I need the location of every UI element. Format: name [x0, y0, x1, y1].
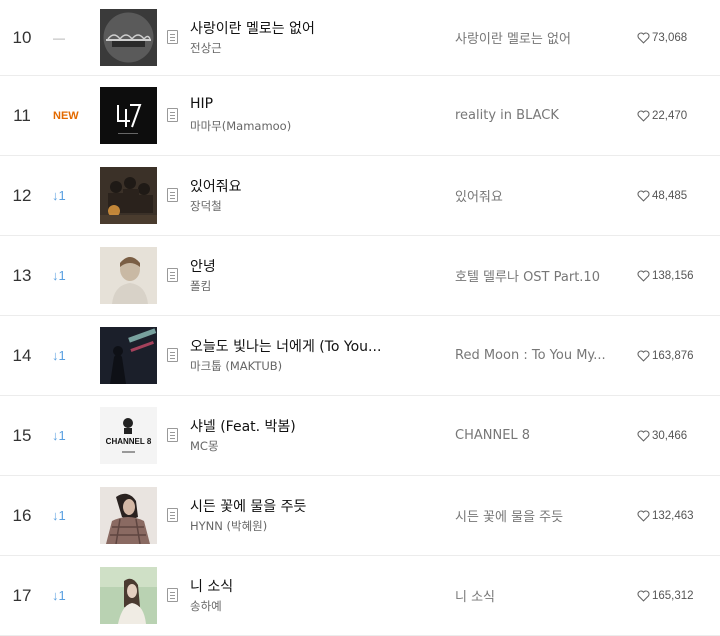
- artist-name[interactable]: 마크툽 (MAKTUB): [190, 358, 282, 374]
- album-art[interactable]: [100, 166, 157, 224]
- rank-number: 12: [12, 185, 32, 205]
- song-title[interactable]: 오늘도 빛나는 너에게 (To You...: [190, 336, 435, 356]
- heart-icon: [637, 269, 650, 282]
- album-name[interactable]: 있어줘요: [455, 156, 615, 235]
- rank-change-down: ↓1: [52, 588, 66, 603]
- rank-change-down: ↓1: [52, 188, 66, 203]
- lyrics-icon[interactable]: [167, 107, 178, 122]
- song-title[interactable]: 사랑이란 멜로는 없어: [190, 18, 435, 38]
- like-button[interactable]: 165,312: [637, 556, 694, 635]
- like-button[interactable]: 22,470: [637, 76, 687, 155]
- heart-icon: [637, 109, 650, 122]
- artist-name[interactable]: 송하예: [190, 598, 222, 614]
- rank-change-down: ↓1: [52, 348, 66, 363]
- like-count: 73,068: [652, 31, 688, 44]
- chart-row[interactable]: 11 NEW HIP 마마무(Mamamoo) reality in BLACK…: [0, 76, 720, 156]
- rank-change-down: ↓1: [52, 268, 66, 283]
- like-count: 30,466: [652, 429, 688, 442]
- song-title[interactable]: 니 소식: [190, 576, 435, 596]
- rank-change-down: ↓1: [52, 508, 66, 523]
- like-button[interactable]: 132,463: [637, 476, 694, 555]
- album-name[interactable]: CHANNEL 8: [455, 396, 615, 475]
- album-name[interactable]: 니 소식: [455, 556, 615, 635]
- album-art-caption: CHANNEL 8: [106, 437, 152, 446]
- album-art[interactable]: CHANNEL 8: [100, 406, 157, 464]
- lyrics-icon[interactable]: [167, 347, 178, 362]
- rank-number: 16: [12, 505, 32, 525]
- like-button[interactable]: 30,466: [637, 396, 687, 475]
- heart-icon: [637, 509, 650, 522]
- heart-icon: [637, 429, 650, 442]
- artist-name[interactable]: MC몽: [190, 438, 219, 454]
- album-art[interactable]: [100, 566, 157, 624]
- chart-list: 10 — 사랑이란 멜로는 없어 전상근 사랑이란 멜로는 없어 73,068 …: [0, 0, 720, 636]
- like-count: 138,156: [652, 269, 694, 282]
- like-button[interactable]: 138,156: [637, 236, 694, 315]
- artist-name[interactable]: 폴킴: [190, 278, 211, 294]
- lyrics-icon[interactable]: [167, 587, 178, 602]
- album-art[interactable]: [100, 326, 157, 384]
- chart-row[interactable]: 12 ↓1 있어줘요 장덕철 있어줘요 48,485: [0, 156, 720, 236]
- album-art[interactable]: [100, 246, 157, 304]
- lyrics-icon[interactable]: [167, 267, 178, 282]
- like-count: 165,312: [652, 589, 694, 602]
- chart-row[interactable]: 13 ↓1 안녕 폴킴 호텔 델루나 OST Part.10 138,156: [0, 236, 720, 316]
- artist-name[interactable]: 전상근: [190, 40, 222, 56]
- artist-name[interactable]: 장덕철: [190, 198, 222, 214]
- song-title[interactable]: 시든 꽃에 물을 주듯: [190, 496, 435, 516]
- lyrics-icon[interactable]: [167, 187, 178, 202]
- album-name[interactable]: 사랑이란 멜로는 없어: [455, 0, 615, 75]
- album-art[interactable]: [100, 86, 157, 144]
- heart-icon: [637, 349, 650, 362]
- rank-number: 15: [12, 425, 32, 445]
- rank-number: 13: [12, 265, 32, 285]
- song-title[interactable]: 있어줘요: [190, 176, 435, 196]
- chart-row[interactable]: 10 — 사랑이란 멜로는 없어 전상근 사랑이란 멜로는 없어 73,068: [0, 0, 720, 76]
- chart-row[interactable]: 14 ↓1 오늘도 빛나는 너에게 (To You... 마크툽 (MAKTUB…: [0, 316, 720, 396]
- album-art[interactable]: [100, 486, 157, 544]
- album-name[interactable]: 시든 꽃에 물을 주듯: [455, 476, 615, 555]
- like-count: 48,485: [652, 189, 688, 202]
- chart-row[interactable]: 15 ↓1 CHANNEL 8 샤넬 (Feat. 박봄) MC몽 CHANNE…: [0, 396, 720, 476]
- album-name[interactable]: reality in BLACK: [455, 76, 615, 155]
- like-button[interactable]: 73,068: [637, 0, 687, 75]
- rank-change-down: ↓1: [52, 428, 66, 443]
- song-title[interactable]: 샤넬 (Feat. 박봄): [190, 416, 435, 436]
- heart-icon: [637, 589, 650, 602]
- rank-number: 10: [12, 27, 32, 47]
- artist-name[interactable]: HYNN (박혜원): [190, 518, 267, 534]
- lyrics-icon[interactable]: [167, 29, 178, 44]
- like-count: 132,463: [652, 509, 694, 522]
- like-button[interactable]: 48,485: [637, 156, 687, 235]
- like-count: 163,876: [652, 349, 694, 362]
- song-title[interactable]: 안녕: [190, 256, 435, 276]
- like-button[interactable]: 163,876: [637, 316, 694, 395]
- chart-row[interactable]: 17 ↓1 니 소식 송하예 니 소식 165,312: [0, 556, 720, 636]
- artist-name[interactable]: 마마무(Mamamoo): [190, 118, 291, 134]
- album-name[interactable]: Red Moon : To You My...: [455, 316, 615, 395]
- rank-change-new: NEW: [53, 109, 79, 122]
- rank-number: 17: [12, 585, 32, 605]
- heart-icon: [637, 31, 650, 44]
- album-art[interactable]: [100, 8, 157, 66]
- lyrics-icon[interactable]: [167, 427, 178, 442]
- like-count: 22,470: [652, 109, 688, 122]
- rank-number: 14: [12, 345, 32, 365]
- rank-change-same: —: [53, 30, 65, 45]
- lyrics-icon[interactable]: [167, 507, 178, 522]
- song-title[interactable]: HIP: [190, 96, 435, 112]
- album-name[interactable]: 호텔 델루나 OST Part.10: [455, 236, 615, 315]
- heart-icon: [637, 189, 650, 202]
- rank-number: 11: [13, 105, 31, 125]
- chart-row[interactable]: 16 ↓1 시든 꽃에 물을 주듯 HYNN (박혜원) 시든 꽃에 물을 주듯…: [0, 476, 720, 556]
